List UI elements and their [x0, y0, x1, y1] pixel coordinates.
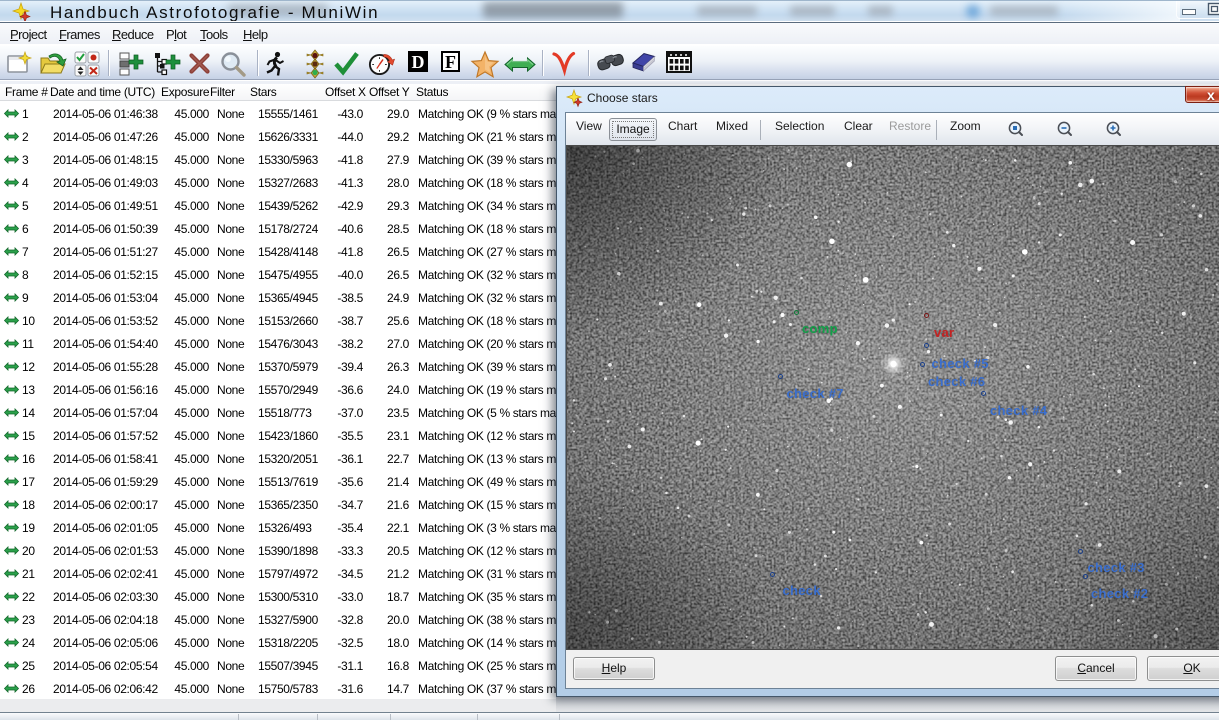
svg-text:D: D — [412, 52, 425, 72]
svg-text:F: F — [445, 52, 456, 72]
